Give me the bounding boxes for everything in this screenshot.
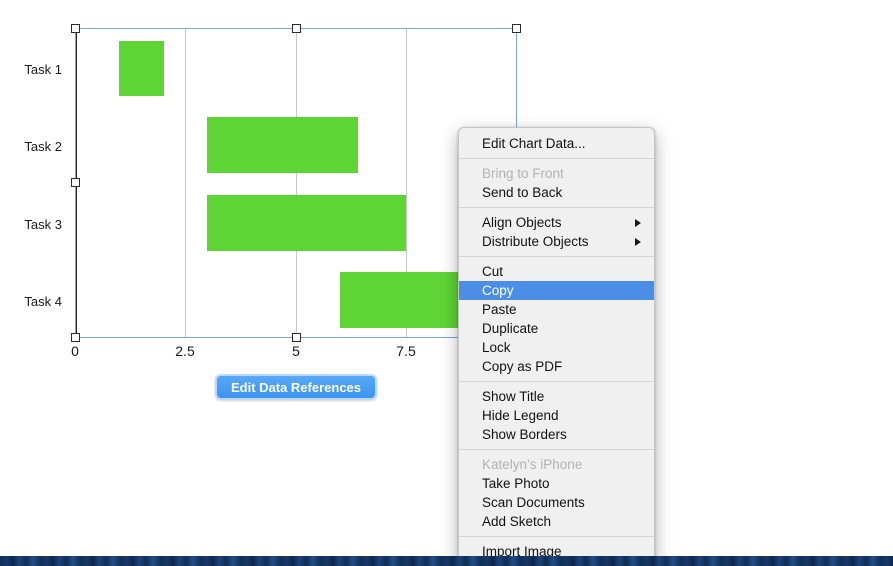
menu-item-edit-chart-data[interactable]: Edit Chart Data... [459,134,654,153]
submenu-arrow-icon [635,219,641,227]
x-tick-label-2-5: 2.5 [175,343,194,359]
bar-task-2[interactable] [207,117,358,173]
menu-item-label: Cut [482,264,503,279]
gridline-5 [296,28,297,337]
selection-handle-middle-left[interactable] [71,178,80,187]
menu-item-copy-as-pdf[interactable]: Copy as PDF [459,357,654,376]
menu-item-lock[interactable]: Lock [459,338,654,357]
menu-item-cut[interactable]: Cut [459,262,654,281]
selection-handle-bottom-center[interactable] [292,333,301,342]
bar-task-1[interactable] [119,41,164,96]
menu-group: Edit Chart Data... [459,132,654,155]
menu-item-distribute-objects[interactable]: Distribute Objects [459,232,654,251]
menu-separator [459,449,654,450]
menu-item-send-to-back[interactable]: Send to Back [459,183,654,202]
menu-item-label: Add Sketch [482,514,551,529]
selection-handle-top-center[interactable] [292,24,301,33]
submenu-arrow-icon [635,238,641,246]
menu-item-label: Bring to Front [482,166,564,181]
desktop-wallpaper-strip [0,556,893,566]
menu-group: Align Objects Distribute Objects [459,211,654,253]
menu-item-katelyn-s-iphone: Katelyn’s iPhone [459,455,654,474]
menu-item-label: Align Objects [482,215,562,230]
context-menu[interactable]: Edit Chart Data... Bring to Front Send to … [458,127,655,563]
selection-handle-top-left[interactable] [71,24,80,33]
menu-item-show-borders[interactable]: Show Borders [459,425,654,444]
menu-item-add-sketch[interactable]: Add Sketch [459,512,654,531]
menu-group: Show Title Hide Legend Show Borders [459,385,654,446]
menu-separator [459,536,654,537]
menu-group: Cut Copy Paste Duplicate Lock Copy as PDF [459,260,654,378]
menu-item-label: Lock [482,340,511,355]
document-canvas[interactable]: Task 1 Task 2 Task 3 Task 4 0 2.5 5 7.5 … [0,0,893,566]
edit-data-references-button[interactable]: Edit Data References [215,374,377,400]
menu-item-label: Edit Chart Data... [482,136,586,151]
menu-separator [459,256,654,257]
menu-item-bring-to-front: Bring to Front [459,164,654,183]
category-label-task-1: Task 1 [0,62,62,77]
menu-group: Katelyn’s iPhone Take Photo Scan Documents… [459,453,654,533]
category-label-task-4: Task 4 [0,294,62,309]
menu-item-label: Hide Legend [482,408,559,423]
menu-item-label: Distribute Objects [482,234,589,249]
menu-item-hide-legend[interactable]: Hide Legend [459,406,654,425]
category-label-task-2: Task 2 [0,139,62,154]
menu-item-label: Katelyn’s iPhone [482,457,582,472]
category-label-task-3: Task 3 [0,217,62,232]
menu-separator [459,207,654,208]
menu-item-label: Scan Documents [482,495,585,510]
x-tick-label-5: 5 [292,343,300,359]
menu-item-label: Take Photo [482,476,550,491]
menu-item-take-photo[interactable]: Take Photo [459,474,654,493]
selection-handle-top-right[interactable] [512,24,521,33]
menu-item-label: Show Borders [482,427,567,442]
menu-item-label: Duplicate [482,321,538,336]
menu-item-label: Copy [482,283,514,298]
menu-group: Bring to Front Send to Back [459,162,654,204]
selection-handle-bottom-left[interactable] [71,333,80,342]
menu-item-paste[interactable]: Paste [459,300,654,319]
x-tick-label-7-5: 7.5 [396,343,415,359]
menu-separator [459,158,654,159]
menu-separator [459,381,654,382]
bar-task-3[interactable] [207,195,406,251]
menu-item-copy[interactable]: Copy [459,281,654,300]
menu-item-align-objects[interactable]: Align Objects [459,213,654,232]
menu-item-label: Paste [482,302,517,317]
x-tick-label-0: 0 [71,343,79,359]
menu-item-duplicate[interactable]: Duplicate [459,319,654,338]
menu-item-label: Send to Back [482,185,562,200]
menu-item-scan-documents[interactable]: Scan Documents [459,493,654,512]
menu-item-show-title[interactable]: Show Title [459,387,654,406]
menu-item-label: Copy as PDF [482,359,562,374]
gridline-2-5 [185,28,186,337]
menu-item-label: Show Title [482,389,544,404]
